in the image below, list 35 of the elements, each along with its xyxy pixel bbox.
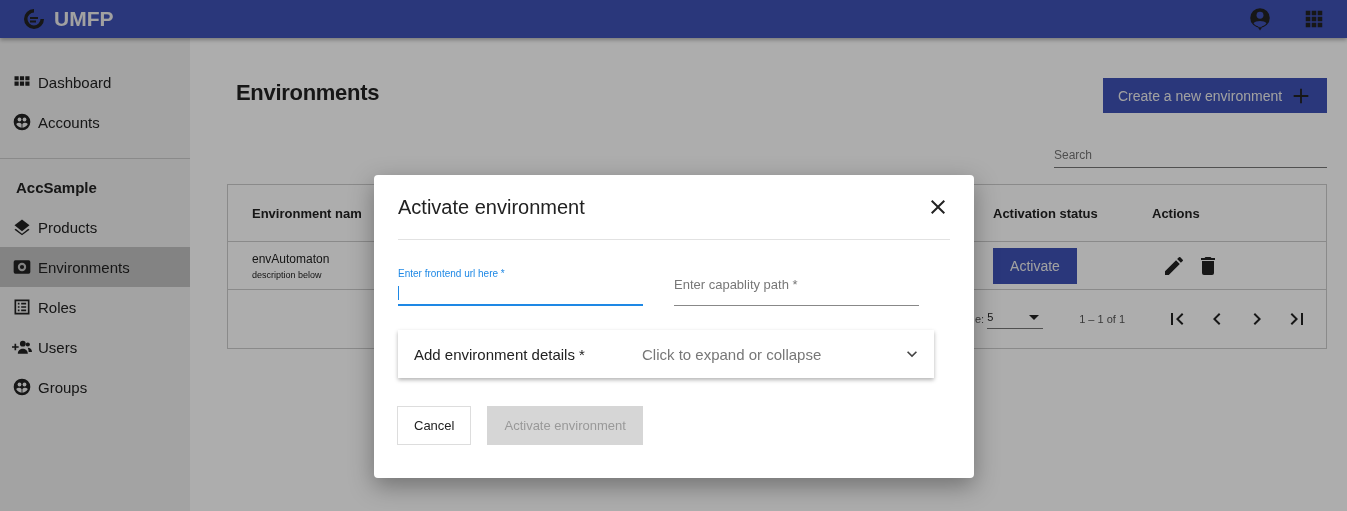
cancel-button[interactable]: Cancel (397, 406, 472, 445)
expansion-panel[interactable]: Add environment details * Click to expand or collapse (398, 330, 934, 378)
section-title: AccSample (15, 177, 98, 198)
input-field[interactable]: Enter frontend url here * (398, 268, 643, 306)
app-title: UMFP (54, 7, 114, 31)
sidebar-item[interactable]: Users (0, 327, 190, 367)
people-circle-icon (12, 112, 32, 132)
user-icon (1247, 6, 1273, 32)
sidebar-item[interactable]: Environments (0, 247, 190, 287)
column-header: Activation status (993, 205, 1098, 221)
sidebar-item[interactable]: Accounts (0, 102, 190, 142)
sidebar-item[interactable]: Products (0, 207, 190, 247)
sidebar-item[interactable]: Roles (0, 287, 190, 327)
input-field[interactable]: Enter capablity path * (674, 268, 919, 306)
list-icon (12, 297, 32, 317)
create-button[interactable]: Create a new environment (1103, 78, 1327, 113)
people-circle-icon (12, 377, 32, 397)
grid-icon (1303, 8, 1325, 30)
page-size-select[interactable]: 5 (987, 309, 1044, 329)
column-header: Actions (1152, 205, 1200, 221)
layers-icon (12, 217, 32, 237)
page-range: 1 – 1 of 1 (1079, 313, 1125, 325)
column-header: Environment nam (251, 205, 362, 221)
search-field[interactable]: Search (1054, 145, 1327, 168)
dialog-title: Activate environment (398, 195, 585, 219)
sidebar-item[interactable]: Groups (0, 367, 190, 407)
page-size-label: e: (974, 313, 985, 325)
camera-icon (12, 257, 32, 277)
dropdown-caret-icon (1029, 314, 1040, 320)
logo-icon (22, 7, 46, 31)
environment-description: description below (252, 269, 322, 280)
activate-button[interactable]: Activate (993, 247, 1077, 284)
environment-name: envAutomaton (252, 251, 330, 266)
sidebar-item[interactable]: Dashboard (0, 62, 190, 102)
page-title: Environments (236, 79, 380, 106)
